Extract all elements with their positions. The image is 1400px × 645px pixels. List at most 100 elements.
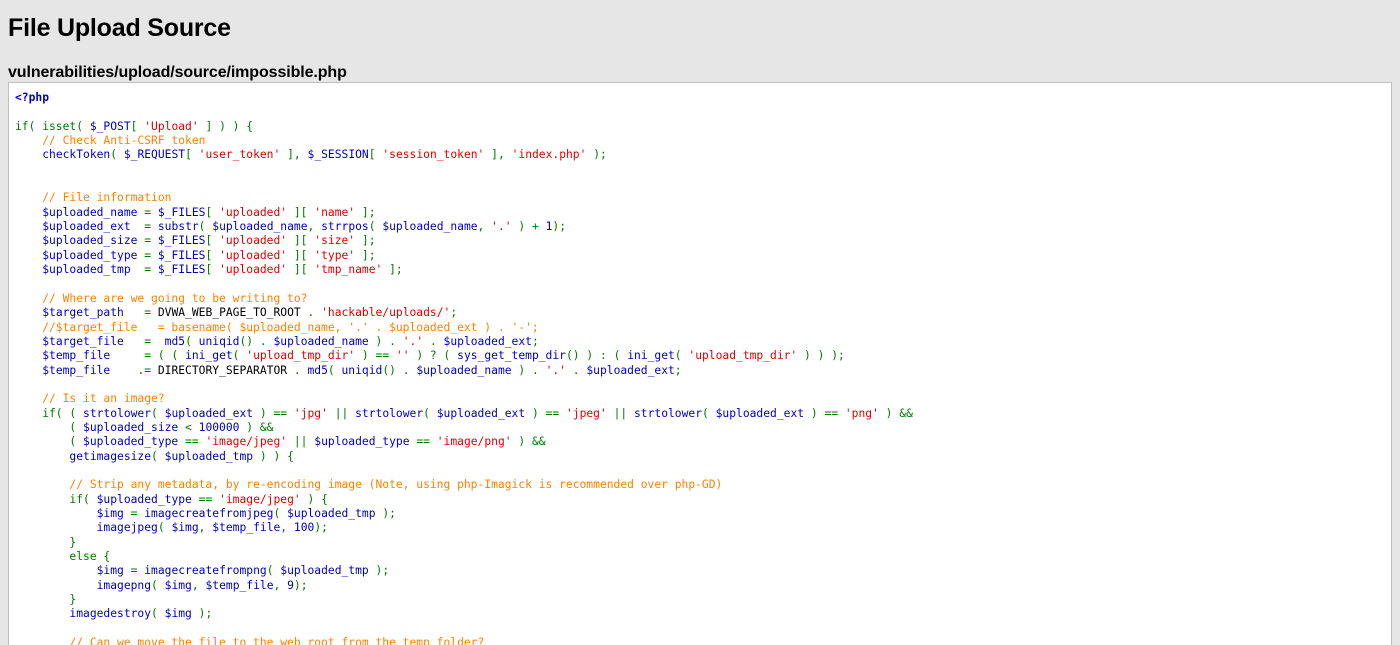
code-token-keyword: ) && (511, 435, 546, 449)
code-token-func: imagepng (96, 578, 152, 592)
code-line: $uploaded_type = $_FILES[ 'uploaded' ][ … (15, 249, 1391, 263)
code-token-keyword: = (123, 334, 165, 348)
code-token-string: 'user_token' (198, 148, 281, 162)
code-token-string: '.' (545, 363, 566, 377)
code-token-var: $temp_file (42, 363, 111, 377)
code-token-comment: // File information (15, 191, 172, 205)
code-line: ( $uploaded_type == 'image/jpeg' || $upl… (15, 435, 1391, 449)
page-title: File Upload Source (8, 14, 231, 42)
code-token-default (15, 564, 97, 577)
code-token-keyword: , (198, 521, 213, 535)
code-token-keyword: = (137, 234, 158, 248)
code-token-keyword: ( (266, 564, 281, 578)
code-token-string: 'image/jpeg' (205, 435, 288, 449)
code-token-comment: // Check Anti-CSRF token (15, 134, 206, 148)
code-line: $temp_file .= DIRECTORY_SEPARATOR . md5(… (15, 364, 1391, 378)
code-token-keyword: , (477, 220, 492, 234)
code-token-keyword: = (130, 263, 158, 277)
code-line: getimagesize( $uploaded_tmp ) ) { (15, 450, 1391, 464)
code-token-var: $_FILES (157, 248, 206, 262)
code-line: if( $uploaded_type == 'image/jpeg' ) { (15, 493, 1391, 507)
code-token-string: 'image/jpeg' (219, 492, 301, 506)
code-token-keyword: ( (151, 449, 165, 463)
code-token-default (15, 220, 42, 233)
code-line: $img = imagecreatefromjpeg( $uploaded_tm… (15, 507, 1391, 521)
code-token-string: 'session_token' (382, 148, 485, 162)
code-token-var: $img (96, 506, 124, 520)
code-token-keyword: ) . (511, 363, 546, 377)
source-code-box: <?php if( isset( $_POST[ 'Upload' ] ) ) … (8, 82, 1392, 645)
code-line: $target_path = DVWA_WEB_PAGE_TO_ROOT . '… (15, 306, 1391, 320)
code-token-keyword: . (300, 306, 322, 320)
code-token-var: $uploaded_ext (164, 406, 254, 420)
code-token-string: 'index.php' (511, 148, 587, 162)
code-token-number: 100000 (198, 420, 240, 434)
code-token-keyword: ( (423, 406, 437, 420)
code-line: //$target_file = basename( $uploaded_nam… (15, 321, 1391, 335)
code-token-default (15, 349, 42, 362)
code-token-func: getimagesize (69, 449, 152, 463)
code-token-func: uniqid (341, 363, 383, 377)
code-token-var: $uploaded_name (42, 205, 138, 219)
code-line: $img = imagecreatefrompng( $uploaded_tmp… (15, 564, 1391, 578)
code-token-var: $temp_file (212, 521, 281, 535)
code-token-var: $uploaded_type (83, 435, 179, 449)
code-token-keyword: ( (368, 220, 383, 234)
code-token-keyword: [ (205, 234, 220, 248)
code-line: if( isset( $_POST[ 'Upload' ] ) ) { (15, 120, 1391, 134)
code-token-keyword: ( (151, 607, 165, 621)
code-token-var: $_SESSION (307, 148, 369, 162)
code-token-var: $_POST (89, 119, 131, 133)
code-token-keyword: ); (375, 506, 396, 520)
code-token-keyword: ] ) ) { (198, 119, 254, 133)
code-token-default (15, 450, 69, 463)
code-token-comment: // Is it an image? (15, 392, 165, 406)
code-token-string: 'uploaded' (219, 263, 288, 277)
code-token-var: $temp_file (205, 578, 274, 592)
code-token-keyword: if( (15, 492, 97, 506)
code-token-keyword: ) ? ( (409, 349, 458, 363)
code-token-keyword: ) + (511, 220, 546, 234)
code-token-var: $uploaded_ext (42, 220, 131, 234)
code-token-keyword: ( (151, 406, 165, 420)
code-token-comment: // Where are we going to be writing to? (15, 291, 308, 305)
code-token-default (15, 234, 42, 247)
code-token-keyword: || (287, 435, 315, 449)
code-line: $temp_file = ( ( ini_get( 'upload_tmp_di… (15, 349, 1391, 363)
code-token-string: 'jpeg' (565, 406, 607, 420)
code-token-keyword: < (178, 420, 199, 434)
code-token-keyword: ) == (355, 349, 396, 363)
code-token-var: $img (164, 607, 192, 621)
code-token-keyword: ; (450, 306, 458, 320)
code-token-keyword: = (130, 220, 158, 234)
code-token-keyword: ) && (239, 420, 274, 434)
code-line: } (15, 536, 1391, 550)
code-token-keyword: = (137, 205, 158, 219)
code-token-var: $uploaded_ext (715, 406, 805, 420)
code-token-var: $uploaded_type (96, 492, 192, 506)
code-token-func: ini_get (627, 349, 675, 363)
code-token-func: imagejpeg (96, 521, 158, 535)
code-token-default (15, 148, 42, 161)
code-line: $uploaded_size = $_FILES[ 'uploaded' ][ … (15, 234, 1391, 248)
code-token-keyword: () . (239, 334, 274, 348)
code-token-keyword: ; (674, 363, 682, 377)
code-line: if( ( strtolower( $uploaded_ext ) == 'jp… (15, 407, 1391, 421)
code-token-keyword: ) . (368, 334, 403, 348)
code-token-string: 'tmp_name' (314, 263, 383, 277)
code-token-var: $target_file (42, 334, 124, 348)
code-token-var: $uploaded_name (212, 220, 308, 234)
code-token-keyword: ) ) { (253, 449, 294, 463)
code-token-keyword: || (327, 406, 356, 420)
code-token-keyword: [ (368, 148, 383, 162)
code-token-keyword: if( isset( (15, 119, 90, 133)
code-token-var: $uploaded_tmp (42, 263, 131, 277)
code-token-keyword: == (178, 435, 206, 449)
code-token-var: $img (171, 521, 199, 535)
code-token-func: substr (157, 220, 199, 234)
code-token-func: ini_get (185, 349, 233, 363)
code-token-string: 'size' (314, 234, 356, 248)
code-token-keyword: [ (205, 205, 220, 219)
